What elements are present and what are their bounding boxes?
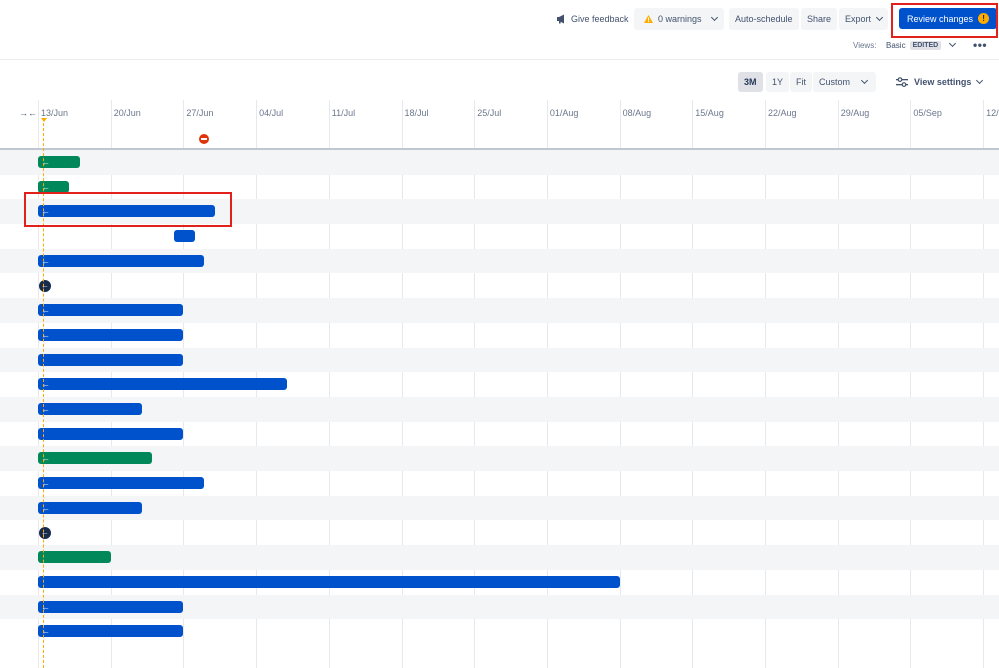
view-settings-button[interactable]: View settings: [896, 74, 984, 90]
schedule-bar[interactable]: [38, 353, 184, 366]
date-label: 15/Aug: [695, 108, 724, 118]
timeline-row: [0, 274, 999, 299]
schedule-bar[interactable]: ←: [38, 600, 184, 613]
zoom-custom-label: Custom: [819, 77, 851, 87]
timeline-row: [0, 521, 999, 546]
timeline-row: [0, 224, 999, 249]
collapse-sidebar-icon[interactable]: →←: [19, 108, 37, 118]
auto-schedule-button[interactable]: Auto-schedule: [729, 8, 799, 30]
chevron-down-icon: [710, 13, 718, 22]
date-label: 12/Sep: [986, 108, 999, 118]
auto-schedule-label: Auto-schedule: [735, 14, 793, 24]
zoom-fit-button[interactable]: Fit: [790, 72, 812, 92]
views-label: Views:: [853, 41, 877, 50]
schedule-bar[interactable]: [38, 427, 184, 440]
zoom-3m-label: 3M: [744, 77, 757, 87]
schedule-bar[interactable]: [38, 575, 620, 588]
date-label: 04/Jul: [259, 108, 284, 118]
give-feedback-link[interactable]: Give feedback: [556, 11, 629, 27]
date-label: 20/Jun: [113, 108, 141, 118]
timeline-row: [0, 545, 999, 570]
export-label: Export: [845, 14, 872, 24]
date-label: 25/Jul: [477, 108, 502, 118]
sliders-icon: [896, 77, 908, 87]
schedule-bar[interactable]: ←: [38, 403, 142, 415]
give-feedback-label: Give feedback: [571, 14, 629, 24]
schedule-bar[interactable]: ←: [38, 625, 184, 638]
chevron-down-icon: [976, 76, 984, 85]
date-label: 22/Aug: [768, 108, 797, 118]
milestone-arrow-icon[interactable]: ←: [39, 526, 51, 539]
schedule-bar[interactable]: ←: [38, 501, 142, 514]
export-dropdown[interactable]: Export: [839, 8, 889, 30]
schedule-bar[interactable]: ←: [38, 304, 184, 317]
views-current: Basic: [886, 40, 906, 50]
schedule-bar[interactable]: ←: [38, 254, 205, 267]
schedule-bar[interactable]: ←: [38, 452, 153, 465]
share-label: Share: [807, 14, 832, 24]
bar-highlight: [24, 192, 232, 227]
timeline-row: [0, 397, 999, 422]
schedule-bar[interactable]: ←: [38, 477, 205, 490]
timeline-row: [0, 495, 999, 521]
more-options-icon[interactable]: •••: [973, 38, 987, 52]
chevron-down-icon: [860, 76, 869, 85]
date-label: 05/Sep: [913, 108, 942, 118]
date-label: 11/Jul: [331, 108, 356, 118]
date-label: 13/Jun: [41, 108, 69, 118]
views-selector[interactable]: Basic EDITED: [886, 38, 957, 52]
date-label: 27/Jun: [186, 108, 214, 118]
conflict-icon[interactable]: [199, 134, 209, 144]
share-button[interactable]: Share: [801, 8, 838, 30]
schedule-bar[interactable]: ←: [38, 378, 288, 391]
chevron-down-icon: [875, 13, 884, 22]
warning-icon: [644, 15, 653, 23]
zoom-custom-dropdown[interactable]: Custom: [813, 72, 876, 92]
review-changes-highlight: [891, 3, 998, 38]
schedule-bar[interactable]: ←: [38, 328, 184, 341]
warnings-label: 0 warnings: [658, 14, 702, 24]
timeline-row: [0, 150, 999, 175]
warnings-dropdown[interactable]: 0 warnings: [634, 8, 724, 30]
megaphone-icon: [557, 14, 564, 24]
date-label: 01/Aug: [549, 108, 579, 118]
schedule-bar[interactable]: ←: [38, 156, 80, 168]
zoom-3m-button[interactable]: 3M: [738, 72, 763, 92]
header-divider: [0, 59, 999, 60]
milestone-arrow-icon[interactable]: ←: [39, 279, 51, 292]
schedule-bar[interactable]: [174, 230, 195, 243]
today-marker-head: [41, 118, 47, 122]
chevron-down-icon: [949, 39, 957, 48]
date-label: 18/Jul: [404, 108, 429, 118]
schedule-bar[interactable]: [38, 551, 111, 564]
zoom-fit-label: Fit: [796, 77, 806, 87]
view-settings-label: View settings: [914, 77, 972, 87]
date-label: 29/Aug: [840, 108, 870, 118]
date-label: 08/Aug: [622, 108, 652, 118]
zoom-1y-label: 1Y: [772, 77, 784, 87]
zoom-1y-button[interactable]: 1Y: [766, 72, 790, 92]
edited-badge: EDITED: [909, 40, 942, 50]
